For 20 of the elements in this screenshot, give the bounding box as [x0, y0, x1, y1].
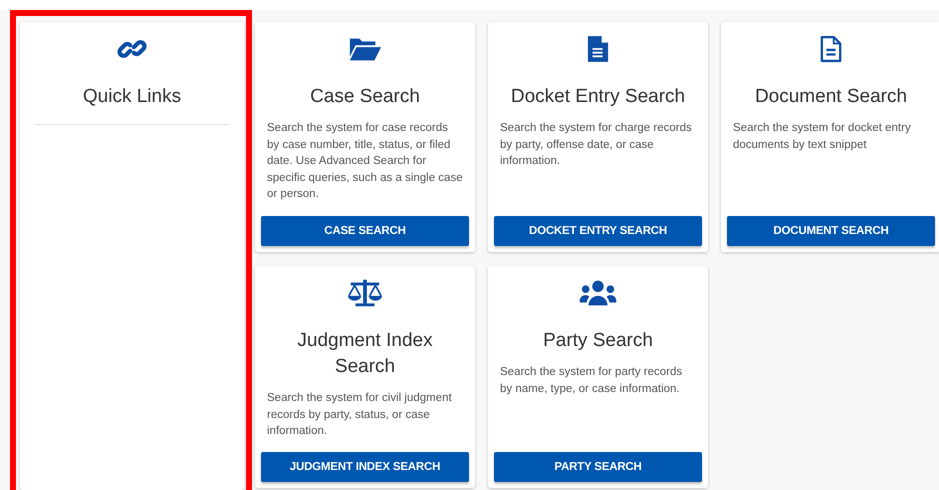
- card-description: Search the system for docket entry documents by text snippet: [732, 121, 912, 152]
- search-button[interactable]: CASE SEARCH: [261, 216, 469, 246]
- card-title: Party Search: [542, 329, 654, 353]
- search-button[interactable]: JUDGMENT INDEX SEARCH: [261, 452, 469, 482]
- search-button[interactable]: DOCKET ENTRY SEARCH: [494, 216, 702, 246]
- card-description: Search the system for civil judgment records by party, status, or case information.: [266, 391, 453, 439]
- document-icon: [587, 34, 609, 64]
- balance-scale-icon: [347, 278, 383, 308]
- panel-title: Quick Links: [82, 85, 182, 109]
- card-title: Judgment Index Search: [296, 329, 434, 379]
- search-button[interactable]: PARTY SEARCH: [494, 452, 702, 482]
- document-outline-icon: [820, 34, 842, 64]
- card-description: Search the system for charge records by party, offense date, or case information.: [499, 121, 693, 169]
- search-button[interactable]: DOCUMENT SEARCH: [727, 216, 935, 246]
- people-group-icon: [579, 278, 617, 308]
- card-description: Search the system for party records by name, type, or case information.: [499, 365, 684, 396]
- card-title: Document Search: [754, 85, 908, 109]
- card-title: Docket Entry Search: [510, 85, 686, 109]
- card-title: Case Search: [309, 85, 421, 109]
- card-description: Search the system for case records by case number, title, status, or filed date. Use Advanced Search for specific queries, such as a single case or person.: [266, 121, 464, 202]
